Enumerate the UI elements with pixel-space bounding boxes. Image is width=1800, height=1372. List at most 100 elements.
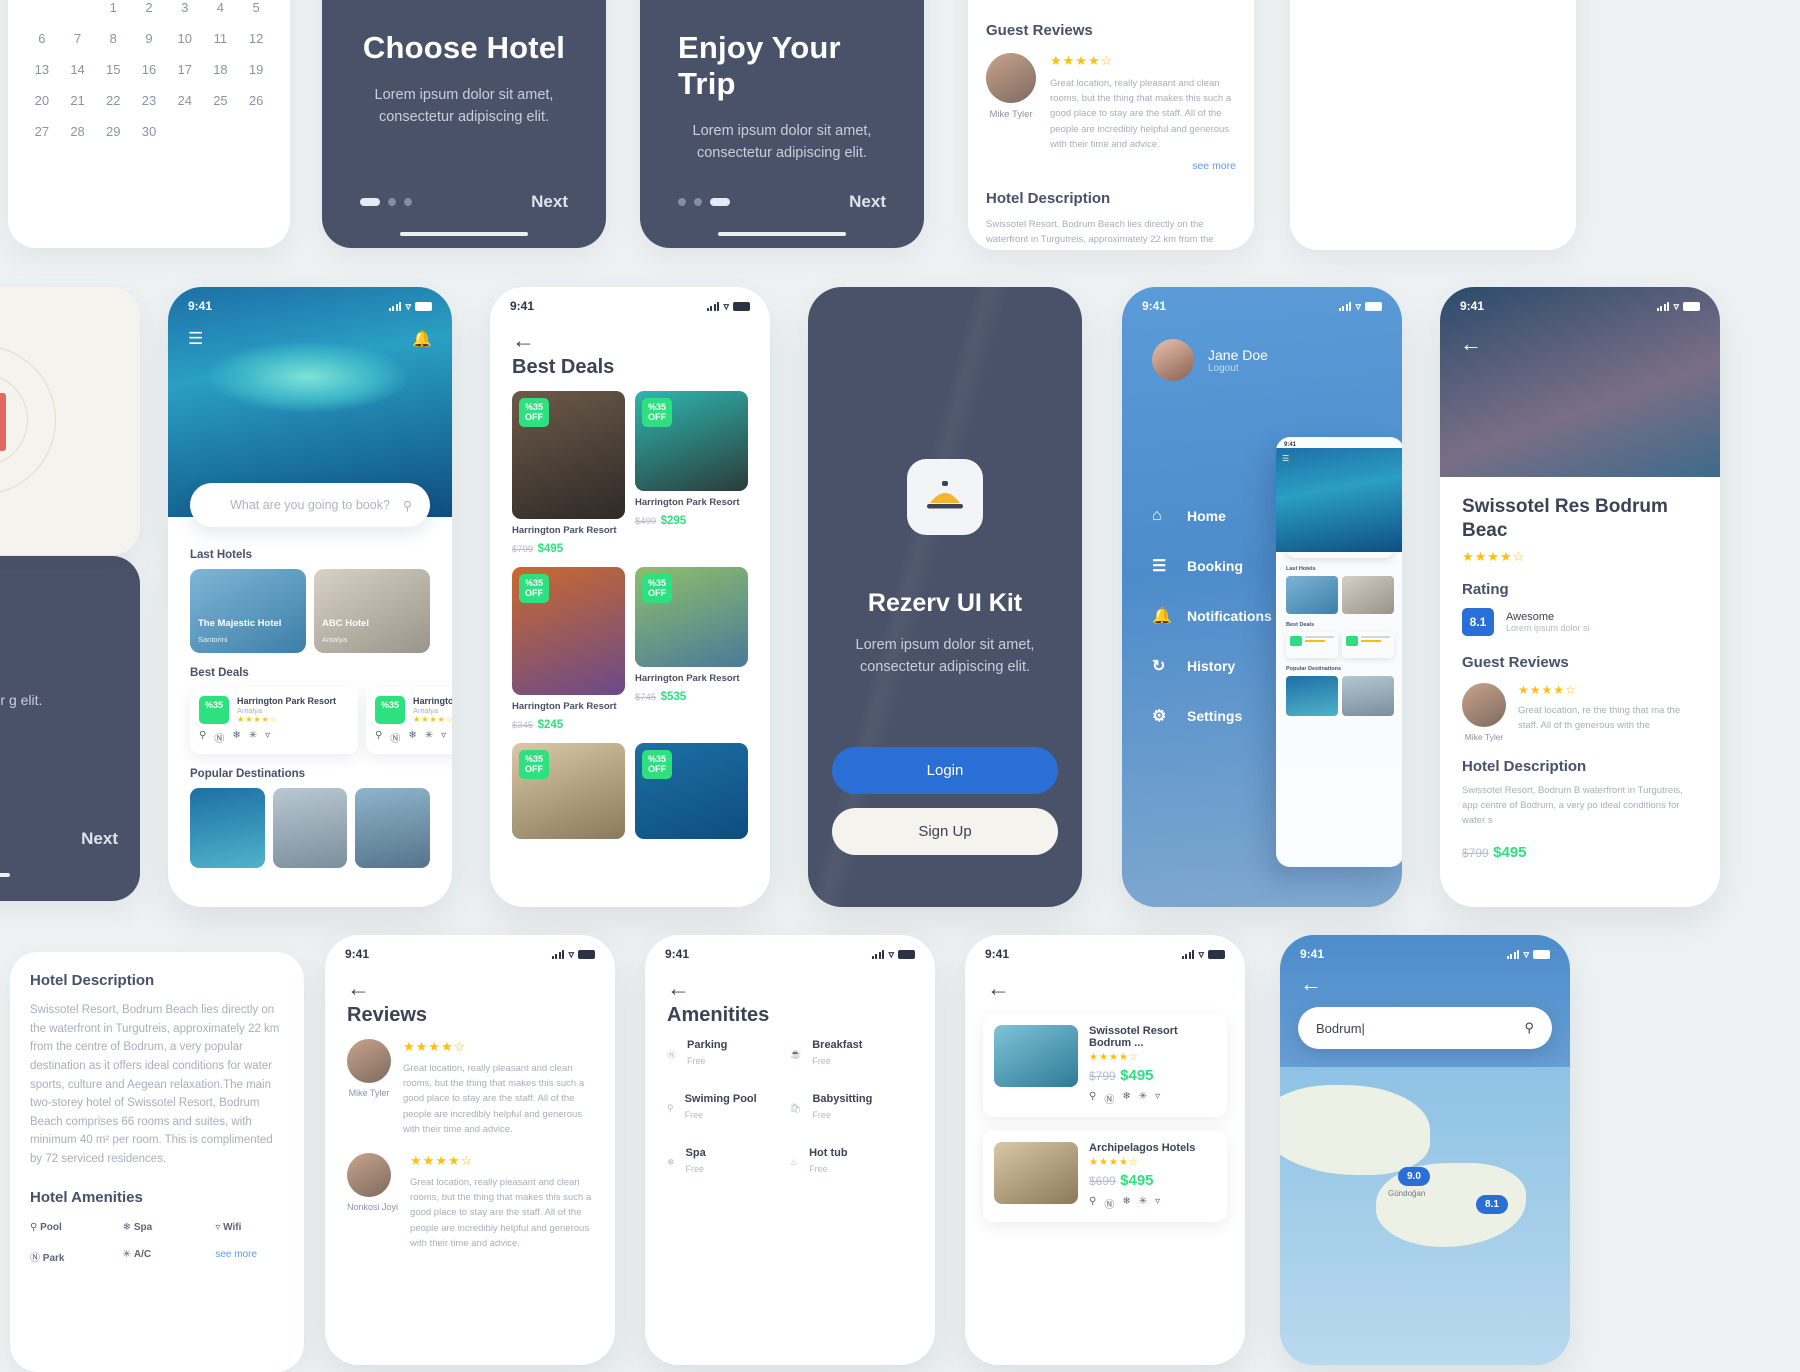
calendar-day[interactable]: 29 (95, 124, 131, 139)
dot-indicator[interactable] (694, 198, 702, 206)
back-button[interactable]: ← (1460, 331, 1482, 357)
onboarding-dots[interactable] (360, 198, 412, 206)
next-button[interactable]: Next (531, 192, 568, 212)
calendar-day[interactable]: 14 (60, 62, 96, 77)
calendar-day[interactable]: 7 (60, 31, 96, 46)
deal-card[interactable]: %35 Harrington Park Resort Antalya ★★★★☆… (190, 687, 358, 754)
destination-tile[interactable] (190, 788, 265, 868)
deal-image[interactable]: %35 OFF (635, 567, 748, 667)
deals-grid[interactable]: %35 OFF Harrington Park Resort $799 $495 %35… (490, 391, 770, 839)
dot-indicator[interactable] (710, 198, 730, 206)
calendar-day[interactable]: 8 (95, 31, 131, 46)
calendar-day[interactable]: 23 (131, 93, 167, 108)
logout-link[interactable]: Logout (1208, 363, 1268, 374)
deal-item[interactable]: %35 OFF Harrington Park Resort $799 $495 (512, 391, 625, 557)
deal-item[interactable]: %35 OFF (635, 743, 748, 839)
search-icon[interactable]: ⚲ (1524, 1020, 1534, 1036)
status-icons: ▿ (706, 300, 750, 313)
destination-tile[interactable] (272, 788, 348, 868)
calendar-day[interactable]: 5 (238, 0, 274, 15)
deal-item[interactable]: %35 OFF Harrington Park Resort $745 $535 (635, 567, 748, 733)
back-button[interactable]: ← (965, 963, 1245, 1014)
deal-image[interactable]: %35 OFF (512, 743, 625, 839)
calendar-day[interactable]: 25 (203, 93, 239, 108)
deal-image[interactable]: %35 OFF (635, 391, 748, 491)
calendar-day[interactable]: 28 (60, 124, 96, 139)
result-card[interactable]: Swissotel Resort Bodrum ... ★★★★☆ $799 $49… (983, 1014, 1227, 1117)
calendar-day[interactable]: 27 (24, 124, 60, 139)
deal-image[interactable]: %35 OFF (512, 567, 625, 695)
calendar-day[interactable]: 30 (131, 124, 167, 139)
calendar-day[interactable]: 3 (167, 0, 203, 15)
calendar-grid[interactable]: 1 2 3 4 5 6 7 8 9 10 11 12 13 14 15 16 17 18 19 20 21 22 23 24 2… (8, 0, 290, 139)
map-pin[interactable]: 8.1 (1476, 1195, 1508, 1214)
calendar-day[interactable]: 11 (203, 31, 239, 46)
amenity-price: Free (812, 1110, 831, 1120)
hamburger-icon[interactable]: ☰ (188, 329, 203, 349)
amenity-icons: ⚲ Ⓝ ❄ ✳ ▿ (199, 730, 349, 745)
calendar-day[interactable]: 1 (95, 0, 131, 15)
next-button[interactable]: Next (81, 829, 118, 849)
calendar-day[interactable]: 21 (60, 93, 96, 108)
dot-indicator[interactable] (360, 198, 380, 206)
calendar-day[interactable]: 20 (24, 93, 60, 108)
hotel-city: Santorini (198, 635, 228, 644)
next-button[interactable]: Next (849, 192, 886, 212)
calendar-day[interactable]: 10 (167, 31, 203, 46)
search-icon[interactable]: ⚲ (403, 498, 412, 513)
wifi-icon: ▿ (1155, 1091, 1161, 1102)
amenity-spa: ❄ Spa (122, 1221, 153, 1233)
back-button[interactable]: ← (645, 963, 935, 1000)
results-list[interactable]: Swissotel Resort Bodrum ... ★★★★☆ $799 $49… (965, 1014, 1245, 1222)
calendar-day[interactable]: 24 (167, 93, 203, 108)
deal-item[interactable]: %35 OFF (512, 743, 625, 839)
calendar-day[interactable]: 16 (131, 62, 167, 77)
map-search-input[interactable]: Bodrum| ⚲ (1298, 1007, 1552, 1049)
deal-item[interactable]: %35 OFF Harrington Park Resort $345 $245 (512, 567, 625, 733)
hotel-tile[interactable]: ABC Hotel Antalya (314, 569, 430, 653)
calendar-day[interactable]: 12 (238, 31, 274, 46)
calendar-day[interactable]: 13 (24, 62, 60, 77)
signup-button[interactable]: Sign Up (832, 808, 1058, 855)
deal-card[interactable]: %35 Harrington Park R... Antalya ★★★★☆ ⚲… (366, 687, 452, 754)
status-time: 9:41 (665, 947, 690, 961)
discount-badge: %35 (199, 696, 230, 724)
calendar-day[interactable]: 15 (95, 62, 131, 77)
dot-indicator[interactable] (678, 198, 686, 206)
result-card[interactable]: Archipelagos Hotels ★★★★☆ $699 $495 ⚲ Ⓝ ❄ ✳ ▿ (983, 1131, 1227, 1222)
calendar-day[interactable]: 6 (24, 31, 60, 46)
ac-icon: ✳ (1138, 1196, 1148, 1207)
status-time: 9:41 (985, 947, 1010, 961)
calendar-day[interactable]: 26 (238, 93, 274, 108)
deal-item[interactable]: %35 OFF Harrington Park Resort $499 $295 (635, 391, 748, 557)
dot-indicator[interactable] (404, 198, 412, 206)
calendar-day[interactable]: 9 (131, 31, 167, 46)
destination-tile[interactable] (355, 788, 431, 868)
map-pin[interactable]: 9.0 (1398, 1167, 1430, 1186)
calendar-day[interactable]: 22 (95, 93, 131, 108)
back-button[interactable]: ← (490, 315, 770, 352)
see-more-link[interactable]: see more (215, 1249, 284, 1264)
calendar-day[interactable]: 17 (167, 62, 203, 77)
onboarding-dots[interactable] (678, 198, 730, 206)
back-button[interactable]: ← (1280, 963, 1570, 995)
rating-word: Awesome (1506, 610, 1555, 623)
calendar-day[interactable]: 2 (131, 0, 167, 15)
hotel-tile[interactable]: The Majestic Hotel Santorini (190, 569, 306, 653)
search-input[interactable]: What are you going to book? ⚲ (190, 483, 430, 527)
dot-indicator[interactable] (388, 198, 396, 206)
deal-image[interactable]: %35 OFF (512, 391, 625, 519)
calendar-day[interactable]: 19 (238, 62, 274, 77)
calendar-day[interactable]: 4 (203, 0, 239, 15)
login-button[interactable]: Login (832, 747, 1058, 794)
avatar[interactable] (1152, 339, 1194, 381)
deal-image[interactable]: %35 OFF (635, 743, 748, 839)
calendar-day[interactable]: 18 (203, 62, 239, 77)
bell-icon[interactable]: 🔔 (412, 329, 432, 349)
see-more-link[interactable]: see more (986, 160, 1236, 172)
hamburger-icon[interactable]: ☰ (1282, 454, 1289, 463)
back-button[interactable]: ← (325, 963, 615, 1000)
onboarding-title: Choose Hotel (362, 30, 566, 65)
map-canvas[interactable]: Gündoğan 9.0 8.1 (1280, 1067, 1570, 1365)
spa-icon: ❄ (408, 730, 417, 741)
